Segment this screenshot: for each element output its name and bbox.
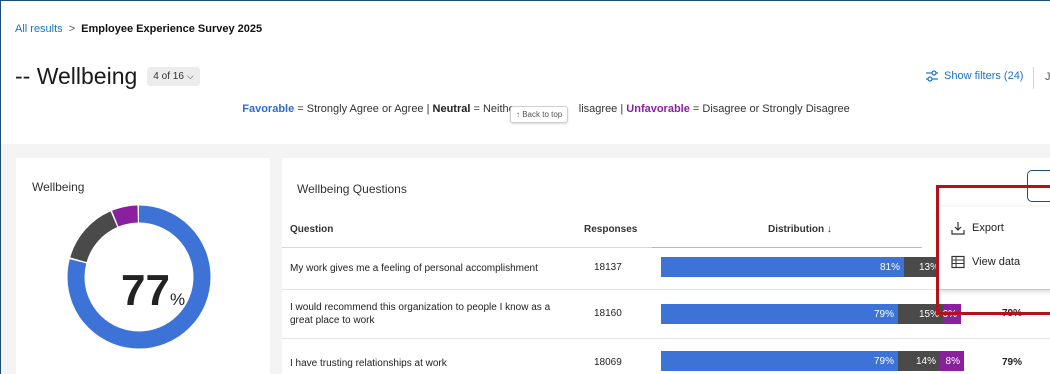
column-header-distribution[interactable]: Distribution ↓	[768, 224, 832, 235]
responses-count: 18160	[594, 308, 622, 319]
wellbeing-questions-card: Wellbeing Questions Question Responses D…	[282, 158, 1050, 374]
show-filters-button[interactable]: Show filters (24)	[925, 70, 1023, 82]
page-picker-dropdown[interactable]: 4 of 16 ⌵	[147, 67, 200, 86]
distribution-sort-rule	[652, 247, 922, 248]
title-row: -- Wellbeing 4 of 16 ⌵	[15, 63, 200, 90]
wellbeing-summary-card: Wellbeing 77%	[16, 158, 270, 374]
questions-card-title: Wellbeing Questions	[297, 182, 407, 196]
background-gutter	[1, 158, 16, 374]
legend-unfavorable: Unfavorable	[626, 103, 690, 115]
responses-count: 18069	[594, 357, 622, 368]
back-to-top-button[interactable]: ↑ Back to top	[510, 106, 569, 123]
question-text: I have trusting relationships at work	[290, 358, 447, 369]
distribution-bar: 79% 15% 6%	[661, 304, 961, 324]
favorable-segment: 79%	[661, 304, 898, 324]
favorable-segment: 81%	[661, 257, 904, 277]
favorable-segment: 79%	[661, 351, 898, 371]
row-divider	[282, 289, 1050, 290]
show-filters-label: Show filters (24)	[944, 70, 1024, 82]
toolbar-partial-text: J	[1045, 71, 1050, 83]
column-header-responses: Responses	[584, 224, 638, 235]
page-title: -- Wellbeing	[15, 63, 138, 89]
summary-card-title: Wellbeing	[32, 180, 85, 194]
legend-unfavorable-desc: = Disagree or Strongly Disagree	[689, 103, 850, 115]
wellbeing-score: 77%	[121, 266, 185, 316]
column-header-question: Question	[290, 224, 334, 235]
question-text: I would recommend this organization to p…	[290, 302, 551, 326]
legend-mid-desc: lisagree |	[578, 103, 627, 115]
toolbar-divider	[1033, 67, 1034, 89]
background-gutter	[270, 158, 282, 374]
neutral-segment: 14%	[898, 351, 940, 371]
breadcrumb-separator: >	[68, 23, 76, 35]
distribution-bar: 79% 14% 8%	[661, 351, 964, 371]
legend-neutral: Neutral	[432, 103, 471, 115]
responses-count: 18137	[594, 262, 622, 273]
wellbeing-score-number: 77	[121, 266, 170, 315]
unfavorable-segment: 8%	[940, 351, 964, 371]
breadcrumb: All results > Employee Experience Survey…	[15, 23, 262, 35]
highlight-box	[936, 185, 1050, 315]
legend-favorable: Favorable	[242, 103, 295, 115]
page-picker-label: 4 of 16	[153, 71, 184, 82]
app-frame: All results > Employee Experience Survey…	[0, 0, 1050, 374]
chevron-down-icon: ⌵	[186, 71, 194, 81]
favorable-score: 79%	[1002, 357, 1023, 368]
legend-neutral-desc: = Neithe	[470, 103, 515, 115]
wellbeing-score-unit: %	[169, 290, 186, 309]
filter-icon	[926, 70, 938, 82]
breadcrumb-current: Employee Experience Survey 2025	[81, 23, 263, 35]
row-divider	[282, 338, 1050, 339]
breadcrumb-all-results-link[interactable]: All results	[15, 23, 63, 35]
question-text: My work gives me a feeling of personal a…	[290, 263, 538, 274]
section-divider	[1, 144, 1050, 158]
legend-favorable-desc: = Strongly Agree or Agree |	[294, 103, 433, 115]
distribution-bar: 81% 13%	[661, 257, 943, 277]
